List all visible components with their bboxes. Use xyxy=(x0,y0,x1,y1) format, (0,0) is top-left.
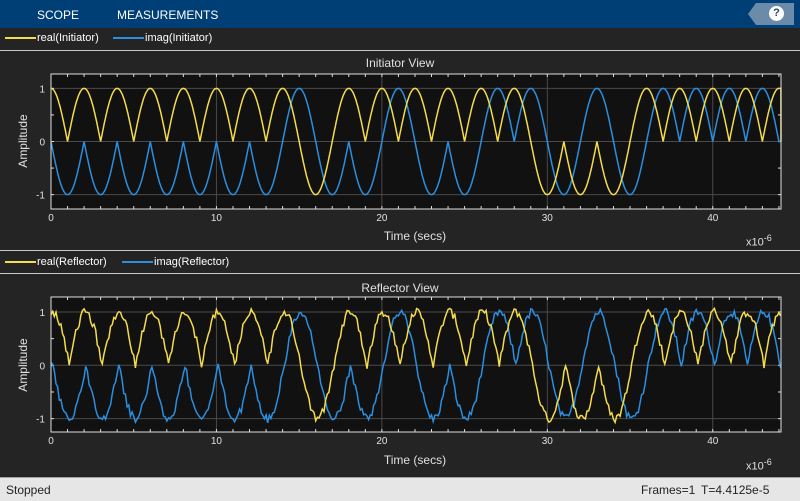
x-tick-label: 20 xyxy=(376,436,388,447)
status-frames: Frames=1 xyxy=(641,483,696,497)
y-tick-label: -1 xyxy=(36,415,45,426)
status-state: Stopped xyxy=(6,483,51,497)
x-tick-label: 0 xyxy=(48,436,54,447)
exponent-base: x10 xyxy=(746,460,764,473)
status-bar: Stopped Frames=1 T=4.4125e-5 xyxy=(0,477,800,501)
reflector-plot[interactable]: 0 10 20 30 4010-1 xyxy=(0,0,800,477)
exponent-power: -6 xyxy=(763,457,772,467)
x-axis-label: Time (secs) xyxy=(383,453,447,467)
y-tick-label: 1 xyxy=(39,308,45,319)
x-tick-label: 10 xyxy=(211,436,223,447)
x-tick-label: 30 xyxy=(542,436,554,447)
x-axis-exponent: x10-6 xyxy=(746,457,772,473)
y-tick-label: 0 xyxy=(39,361,45,372)
status-time: T=4.4125e-5 xyxy=(701,483,770,497)
x-tick-label: 40 xyxy=(707,436,719,447)
